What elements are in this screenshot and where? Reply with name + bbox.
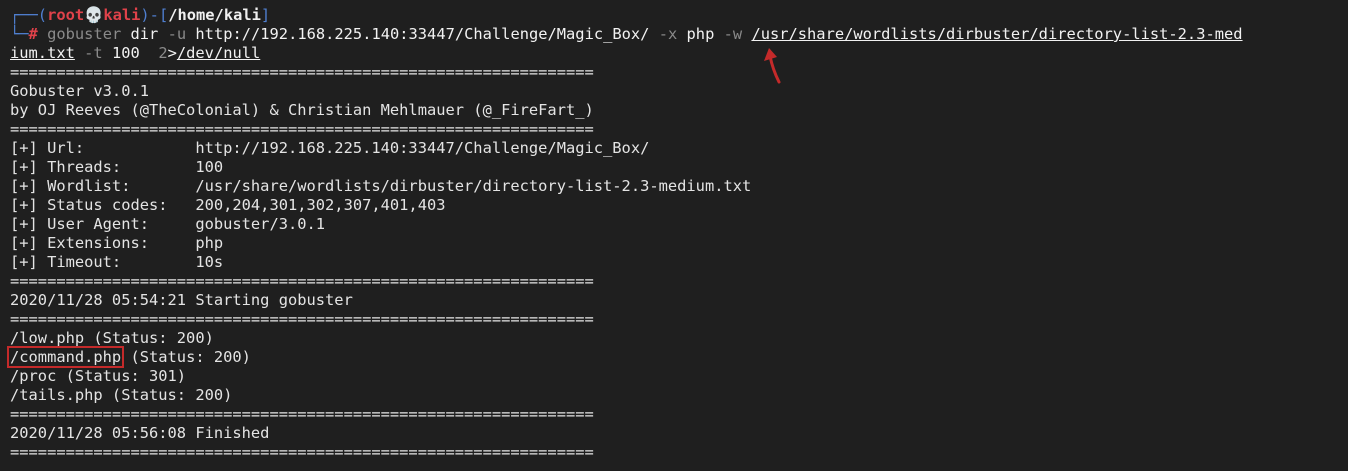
banner-title: Gobuster v3.0.1 <box>10 82 149 100</box>
result-row: /low.php (Status: 200) <box>10 329 214 347</box>
prompt-close: ] <box>260 6 271 24</box>
terminal-window[interactable]: ┌──(root💀kali)-[/home/kali] └─# gobuster… <box>0 0 1348 471</box>
command-line-wrap: ium.txt -t 100 2>/dev/null <box>10 44 1348 63</box>
separator-line: ========================================… <box>10 63 594 81</box>
command-redirect-target: /dev/null <box>176 44 261 62</box>
prompt-hash: # <box>28 25 38 43</box>
skull-icon: 💀 <box>84 6 104 24</box>
command-url-flag: -u <box>167 25 187 43</box>
command-wordlist-part2: ium.txt <box>10 44 75 62</box>
prompt-user: root <box>47 6 85 24</box>
result-row: /proc (Status: 301) <box>10 367 187 385</box>
command-threads-flag: -t <box>84 44 103 62</box>
separator-line: ========================================… <box>10 272 594 290</box>
config-threads: [+] Threads: 100 <box>10 158 224 176</box>
command-url: http://192.168.225.140:33447/Challenge/M… <box>186 25 659 43</box>
command-wordlist-part1: /usr/share/wordlists/dirbuster/directory… <box>751 25 1243 43</box>
prompt-line: ┌──(root💀kali)-[/home/kali] <box>10 6 1348 25</box>
config-url: [+] Url: http://192.168.225.140:33447/Ch… <box>10 139 650 157</box>
command-redirect-fd: 2 <box>158 44 168 62</box>
command-name: gobuster <box>47 25 122 43</box>
separator-line: ========================================… <box>10 405 594 423</box>
config-user-agent: [+] User Agent: gobuster/3.0.1 <box>10 215 326 233</box>
config-wordlist: [+] Wordlist: /usr/share/wordlists/dirbu… <box>10 177 752 195</box>
prompt-host: kali <box>103 6 141 24</box>
finish-line: 2020/11/28 05:56:08 Finished <box>10 424 270 442</box>
config-timeout: [+] Timeout: 10s <box>10 253 224 271</box>
separator-line: ========================================… <box>10 120 594 138</box>
command-sub: dir <box>121 25 168 43</box>
command-ext-flag: -x <box>658 25 678 43</box>
prompt-corner-bottom: └─ <box>10 25 29 43</box>
command-redirect-op: > <box>167 44 177 62</box>
separator-line: ========================================… <box>10 443 594 461</box>
result-status: (Status: 200) <box>121 348 251 366</box>
start-line: 2020/11/28 05:54:21 Starting gobuster <box>10 291 353 309</box>
config-extensions: [+] Extensions: php <box>10 234 224 252</box>
highlight-box: /command.php <box>6 346 125 368</box>
arrow-up-icon <box>764 48 781 84</box>
command-line[interactable]: └─# gobuster dir -u http://192.168.225.1… <box>10 25 1348 44</box>
separator-line: ========================================… <box>10 310 594 328</box>
command-ext: php <box>677 25 724 43</box>
prompt-corner-top: ┌──( <box>10 6 48 24</box>
result-row: /tails.php (Status: 200) <box>10 386 233 404</box>
banner-authors: by OJ Reeves (@TheColonial) & Christian … <box>10 101 594 119</box>
command-wordlist-flag: -w <box>723 25 743 43</box>
command-threads: 100 <box>102 44 159 62</box>
config-status-codes: [+] Status codes: 200,204,301,302,307,40… <box>10 196 446 214</box>
result-path-command: /command.php <box>10 348 122 366</box>
result-row-highlighted: /command.php (Status: 200) <box>6 346 1348 368</box>
prompt-cwd: /home/kali <box>168 6 261 24</box>
prompt-separator: )-[ <box>140 6 169 24</box>
